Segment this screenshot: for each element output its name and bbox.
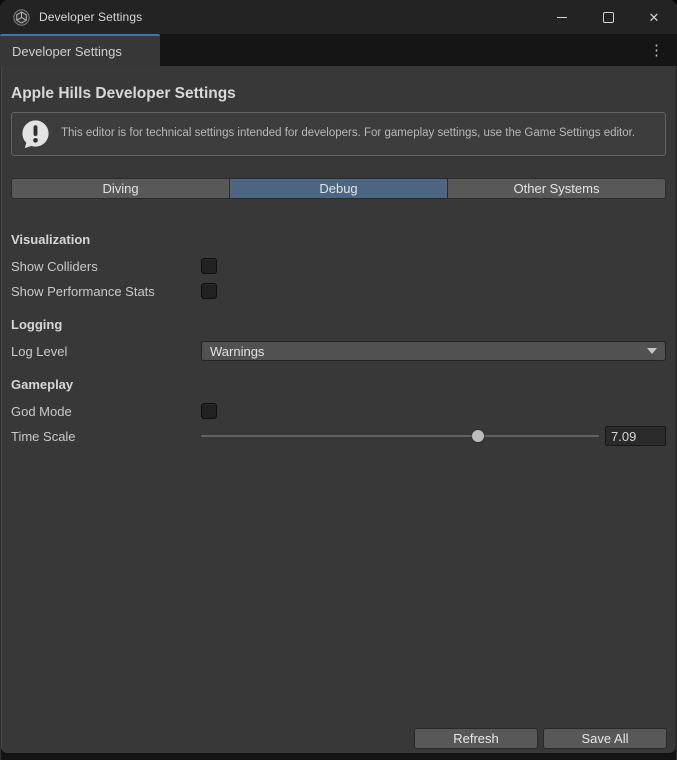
save-all-button[interactable]: Save All xyxy=(543,728,667,749)
doc-tab-label: Developer Settings xyxy=(12,44,122,59)
category-toolbar: Diving Debug Other Systems xyxy=(11,178,666,199)
row-log-level: Log Level Warnings xyxy=(11,341,666,361)
row-label: Time Scale xyxy=(11,429,201,444)
log-level-value: Warnings xyxy=(210,344,264,359)
row-show-performance-stats: Show Performance Stats xyxy=(11,281,666,301)
dropdown-arrow-icon xyxy=(647,348,657,354)
footer-buttons: Refresh Save All xyxy=(414,728,667,749)
row-time-scale: Time Scale xyxy=(11,426,666,446)
section-gameplay: Gameplay God Mode Time Scale xyxy=(11,377,666,446)
developer-settings-window: Developer Settings ✕ Developer Settings … xyxy=(0,0,677,760)
god-mode-checkbox[interactable] xyxy=(201,403,217,419)
section-title: Logging xyxy=(11,317,666,332)
row-label: Show Colliders xyxy=(11,259,201,274)
maximize-button[interactable] xyxy=(585,0,631,34)
tab-diving[interactable]: Diving xyxy=(11,178,230,199)
section-title: Visualization xyxy=(11,232,666,247)
row-god-mode: God Mode xyxy=(11,401,666,421)
info-text: This editor is for technical settings in… xyxy=(61,125,635,142)
tab-diving-label: Diving xyxy=(102,181,138,196)
show-colliders-checkbox[interactable] xyxy=(201,258,217,274)
show-performance-stats-checkbox[interactable] xyxy=(201,283,217,299)
save-all-button-label: Save All xyxy=(582,731,629,746)
editor-tabstrip: Developer Settings ⋮ xyxy=(0,34,677,66)
caption-buttons: ✕ xyxy=(539,0,677,34)
window-title: Developer Settings xyxy=(39,10,142,24)
row-label: Show Performance Stats xyxy=(11,284,201,299)
refresh-button[interactable]: Refresh xyxy=(414,728,538,749)
content-panel: Apple Hills Developer Settings This edit… xyxy=(1,66,676,753)
unity-logo-icon xyxy=(13,9,30,26)
maximize-icon xyxy=(603,12,614,23)
control-area xyxy=(201,426,666,446)
time-scale-value-field[interactable] xyxy=(605,426,666,446)
tab-debug[interactable]: Debug xyxy=(230,178,448,199)
row-label: Log Level xyxy=(11,344,201,359)
row-show-colliders: Show Colliders xyxy=(11,256,666,276)
minimize-icon xyxy=(557,17,567,18)
section-logging: Logging Log Level Warnings xyxy=(11,317,666,361)
close-button[interactable]: ✕ xyxy=(631,0,677,34)
kebab-menu-icon[interactable]: ⋮ xyxy=(649,43,677,58)
titlebar: Developer Settings ✕ xyxy=(0,0,677,34)
info-helpbox: This editor is for technical settings in… xyxy=(11,112,666,156)
slider-track xyxy=(201,435,599,437)
section-title: Gameplay xyxy=(11,377,666,392)
page-title: Apple Hills Developer Settings xyxy=(11,85,666,103)
control-area: Warnings xyxy=(201,341,666,361)
section-visualization: Visualization Show Colliders Show Perfor… xyxy=(11,232,666,301)
tab-debug-label: Debug xyxy=(319,181,357,196)
refresh-button-label: Refresh xyxy=(453,731,499,746)
tab-developer-settings[interactable]: Developer Settings xyxy=(0,34,160,66)
row-label: God Mode xyxy=(11,404,201,419)
tab-other-systems-label: Other Systems xyxy=(514,181,600,196)
minimize-button[interactable] xyxy=(539,0,585,34)
info-bubble-icon xyxy=(19,118,52,151)
tab-other-systems[interactable]: Other Systems xyxy=(448,178,666,199)
slider-thumb[interactable] xyxy=(472,430,484,442)
time-scale-slider[interactable] xyxy=(201,426,599,446)
close-icon: ✕ xyxy=(649,11,660,24)
log-level-dropdown[interactable]: Warnings xyxy=(201,341,666,361)
